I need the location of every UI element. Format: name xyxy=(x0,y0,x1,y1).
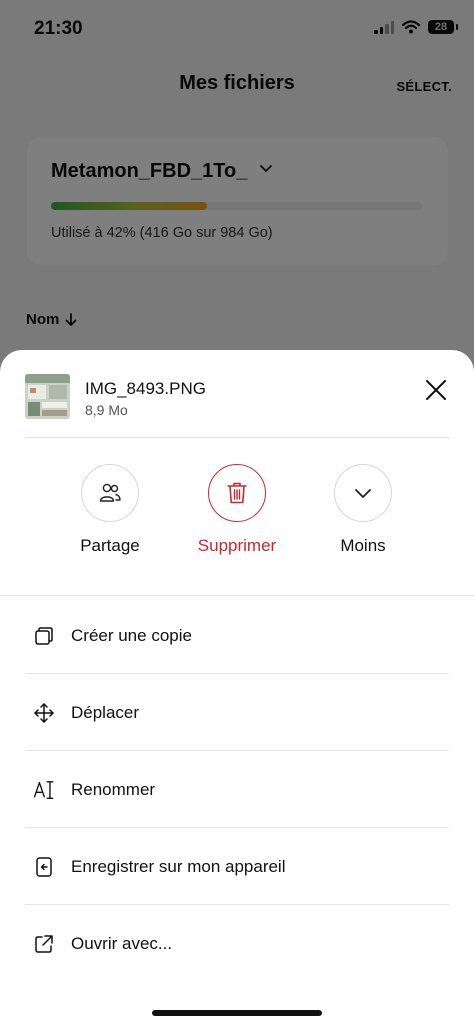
delete-button[interactable]: Supprimer xyxy=(177,464,297,556)
move-icon xyxy=(33,702,55,724)
menu-item-move[interactable]: Déplacer xyxy=(25,674,449,751)
menu-item-label: Ouvrir avec... xyxy=(71,933,173,953)
share-button[interactable]: Partage xyxy=(50,464,170,556)
divider xyxy=(0,595,474,596)
menu-item-open-with[interactable]: Ouvrir avec... xyxy=(25,905,449,982)
trash-icon xyxy=(227,482,247,504)
menu-item-rename[interactable]: Renommer xyxy=(25,751,449,828)
chevron-down-icon xyxy=(355,489,371,498)
file-name: IMG_8493.PNG xyxy=(85,379,206,398)
menu-item-save-device[interactable]: Enregistrer sur mon appareil xyxy=(25,828,449,905)
menu-item-label: Renommer xyxy=(71,779,156,799)
divider xyxy=(25,437,449,438)
share-circle[interactable] xyxy=(81,464,139,522)
save-device-icon xyxy=(33,856,55,878)
menu-item-label: Enregistrer sur mon appareil xyxy=(71,856,286,876)
rename-icon xyxy=(33,779,55,801)
people-icon xyxy=(99,483,121,502)
menu-item-label: Déplacer xyxy=(71,702,140,722)
copy-icon xyxy=(33,625,55,647)
file-actions-sheet: IMG_8493.PNG 8,9 Mo Partage Supprimer Mo… xyxy=(0,350,474,1026)
close-icon xyxy=(426,380,446,400)
menu-item-label: Créer une copie xyxy=(71,625,192,645)
file-size: 8,9 Mo xyxy=(85,402,128,418)
delete-label: Supprimer xyxy=(197,536,277,555)
open-external-icon xyxy=(33,933,55,955)
less-circle[interactable] xyxy=(334,464,392,522)
home-indicator[interactable] xyxy=(152,1010,322,1016)
less-button[interactable]: Moins xyxy=(303,464,423,556)
share-label: Partage xyxy=(80,536,140,555)
menu-item-copy[interactable]: Créer une copie xyxy=(25,597,449,674)
close-button[interactable] xyxy=(418,372,454,408)
file-thumbnail xyxy=(25,374,70,419)
less-label: Moins xyxy=(340,536,386,555)
delete-circle[interactable] xyxy=(208,464,266,522)
